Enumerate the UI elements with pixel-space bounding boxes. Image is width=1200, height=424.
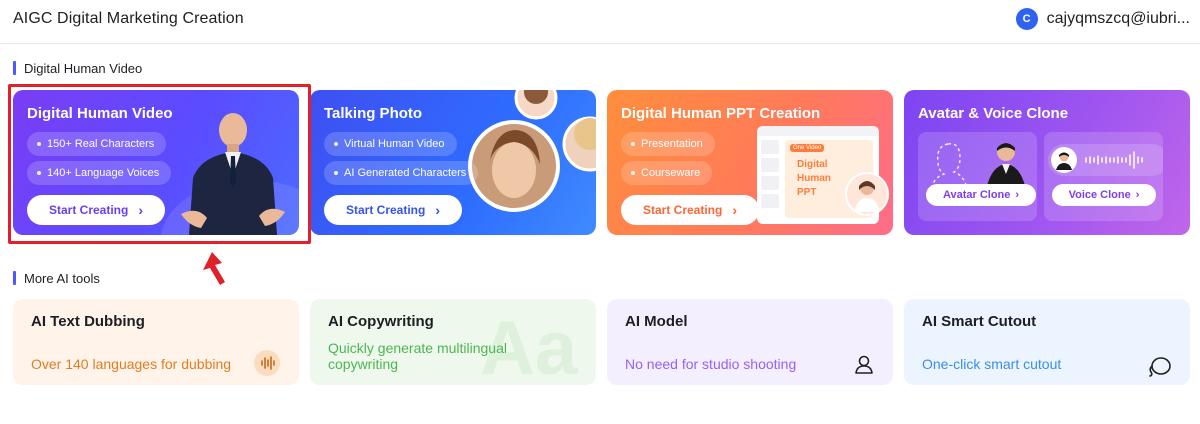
tool-ai-copywriting[interactable]: Aa AI Copywriting Quickly generate multi… (310, 299, 596, 385)
button-label: Avatar Clone (942, 189, 1011, 201)
tool-description: One-click smart cutout (922, 356, 1062, 372)
section-marker (13, 61, 16, 75)
chevron-right-icon: › (435, 202, 441, 218)
tool-title: AI Copywriting (328, 313, 434, 330)
highlight-box (8, 84, 311, 244)
avatar[interactable]: C (1015, 8, 1038, 30)
tool-title: AI Smart Cutout (922, 313, 1037, 330)
card-avatar-voice-clone[interactable]: Avatar & Voice Clone Avatar Clone › Voic… (904, 90, 1190, 235)
tool-ai-text-dubbing[interactable]: AI Text Dubbing Over 140 languages for d… (13, 299, 299, 385)
feature-pill: Virtual Human Video (324, 132, 457, 156)
user-menu[interactable]: C cajyqmszcq@iubri... (1015, 6, 1190, 32)
chevron-right-icon: › (1015, 189, 1020, 201)
lasso-icon (1149, 357, 1171, 377)
portrait-photos (468, 90, 596, 212)
button-label: Voice Clone (1068, 189, 1131, 201)
feature-pill: AI Generated Characters (324, 161, 479, 185)
tool-title: AI Model (625, 313, 688, 330)
avatar-clone-panel: Avatar Clone › (918, 132, 1037, 221)
card-title: Avatar & Voice Clone (918, 105, 1069, 122)
chevron-right-icon: › (1135, 189, 1140, 201)
tool-ai-smart-cutout[interactable]: AI Smart Cutout One-click smart cutout (904, 299, 1190, 385)
app-title: AIGC Digital Marketing Creation (13, 10, 244, 27)
start-creating-button[interactable]: Start Creating › (621, 195, 759, 225)
feature-pill: Courseware (621, 161, 713, 185)
card-title: Digital Human PPT Creation (621, 105, 821, 122)
sound-wave-icon (1051, 147, 1143, 173)
start-creating-button[interactable]: Start Creating › (324, 195, 462, 225)
section-digital-human: Digital Human Video (13, 60, 142, 76)
avatar-clone-button[interactable]: Avatar Clone › (926, 184, 1036, 206)
section-more-tools: More AI tools (13, 270, 100, 286)
voice-clone-button[interactable]: Voice Clone › (1052, 184, 1156, 206)
red-arrow-icon (203, 252, 225, 285)
chevron-right-icon: › (732, 202, 738, 218)
card-talking-photo[interactable]: Talking Photo Virtual Human Video AI Gen… (310, 90, 596, 235)
avatar-clone-illustration (929, 143, 1028, 202)
slide-tag: One Video (790, 144, 825, 152)
tool-ai-model[interactable]: AI Model No need for studio shooting (607, 299, 893, 385)
voice-clone-panel: Voice Clone › (1044, 132, 1163, 221)
section-label: More AI tools (24, 270, 100, 286)
user-email[interactable]: cajyqmszcq@iubri... (1047, 10, 1190, 28)
button-label: Start Creating (642, 203, 723, 217)
tool-description: Over 140 languages for dubbing (31, 356, 232, 372)
presenter-avatar (845, 172, 889, 216)
tool-description: Quickly generate multilingual copywritin… (328, 340, 507, 372)
feature-pill: Presentation (621, 132, 715, 156)
person-icon (855, 355, 873, 374)
tool-description: No need for studio shooting (625, 356, 797, 372)
card-title: Talking Photo (324, 105, 423, 122)
card-digital-human-ppt[interactable]: One Video Digital Human PPT Digital Huma… (607, 90, 893, 235)
button-label: Start Creating (345, 203, 426, 217)
section-label: Digital Human Video (24, 60, 143, 76)
tool-title: AI Text Dubbing (31, 313, 145, 330)
sound-wave-icon (254, 350, 280, 376)
top-header: AIGC Digital Marketing Creation C cajyqm… (0, 0, 1200, 44)
slide-text: Digital Human PPT (797, 159, 831, 198)
section-marker (13, 271, 16, 285)
